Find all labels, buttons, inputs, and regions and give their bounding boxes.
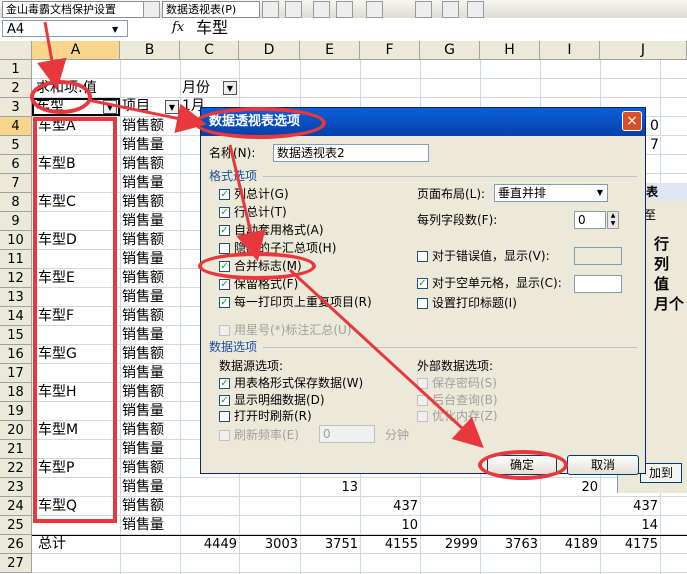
arrow	[228, 144, 266, 262]
arrow	[288, 268, 484, 449]
arrow	[87, 98, 207, 134]
annotation-arrows	[37, 21, 484, 449]
arrow	[37, 21, 67, 90]
